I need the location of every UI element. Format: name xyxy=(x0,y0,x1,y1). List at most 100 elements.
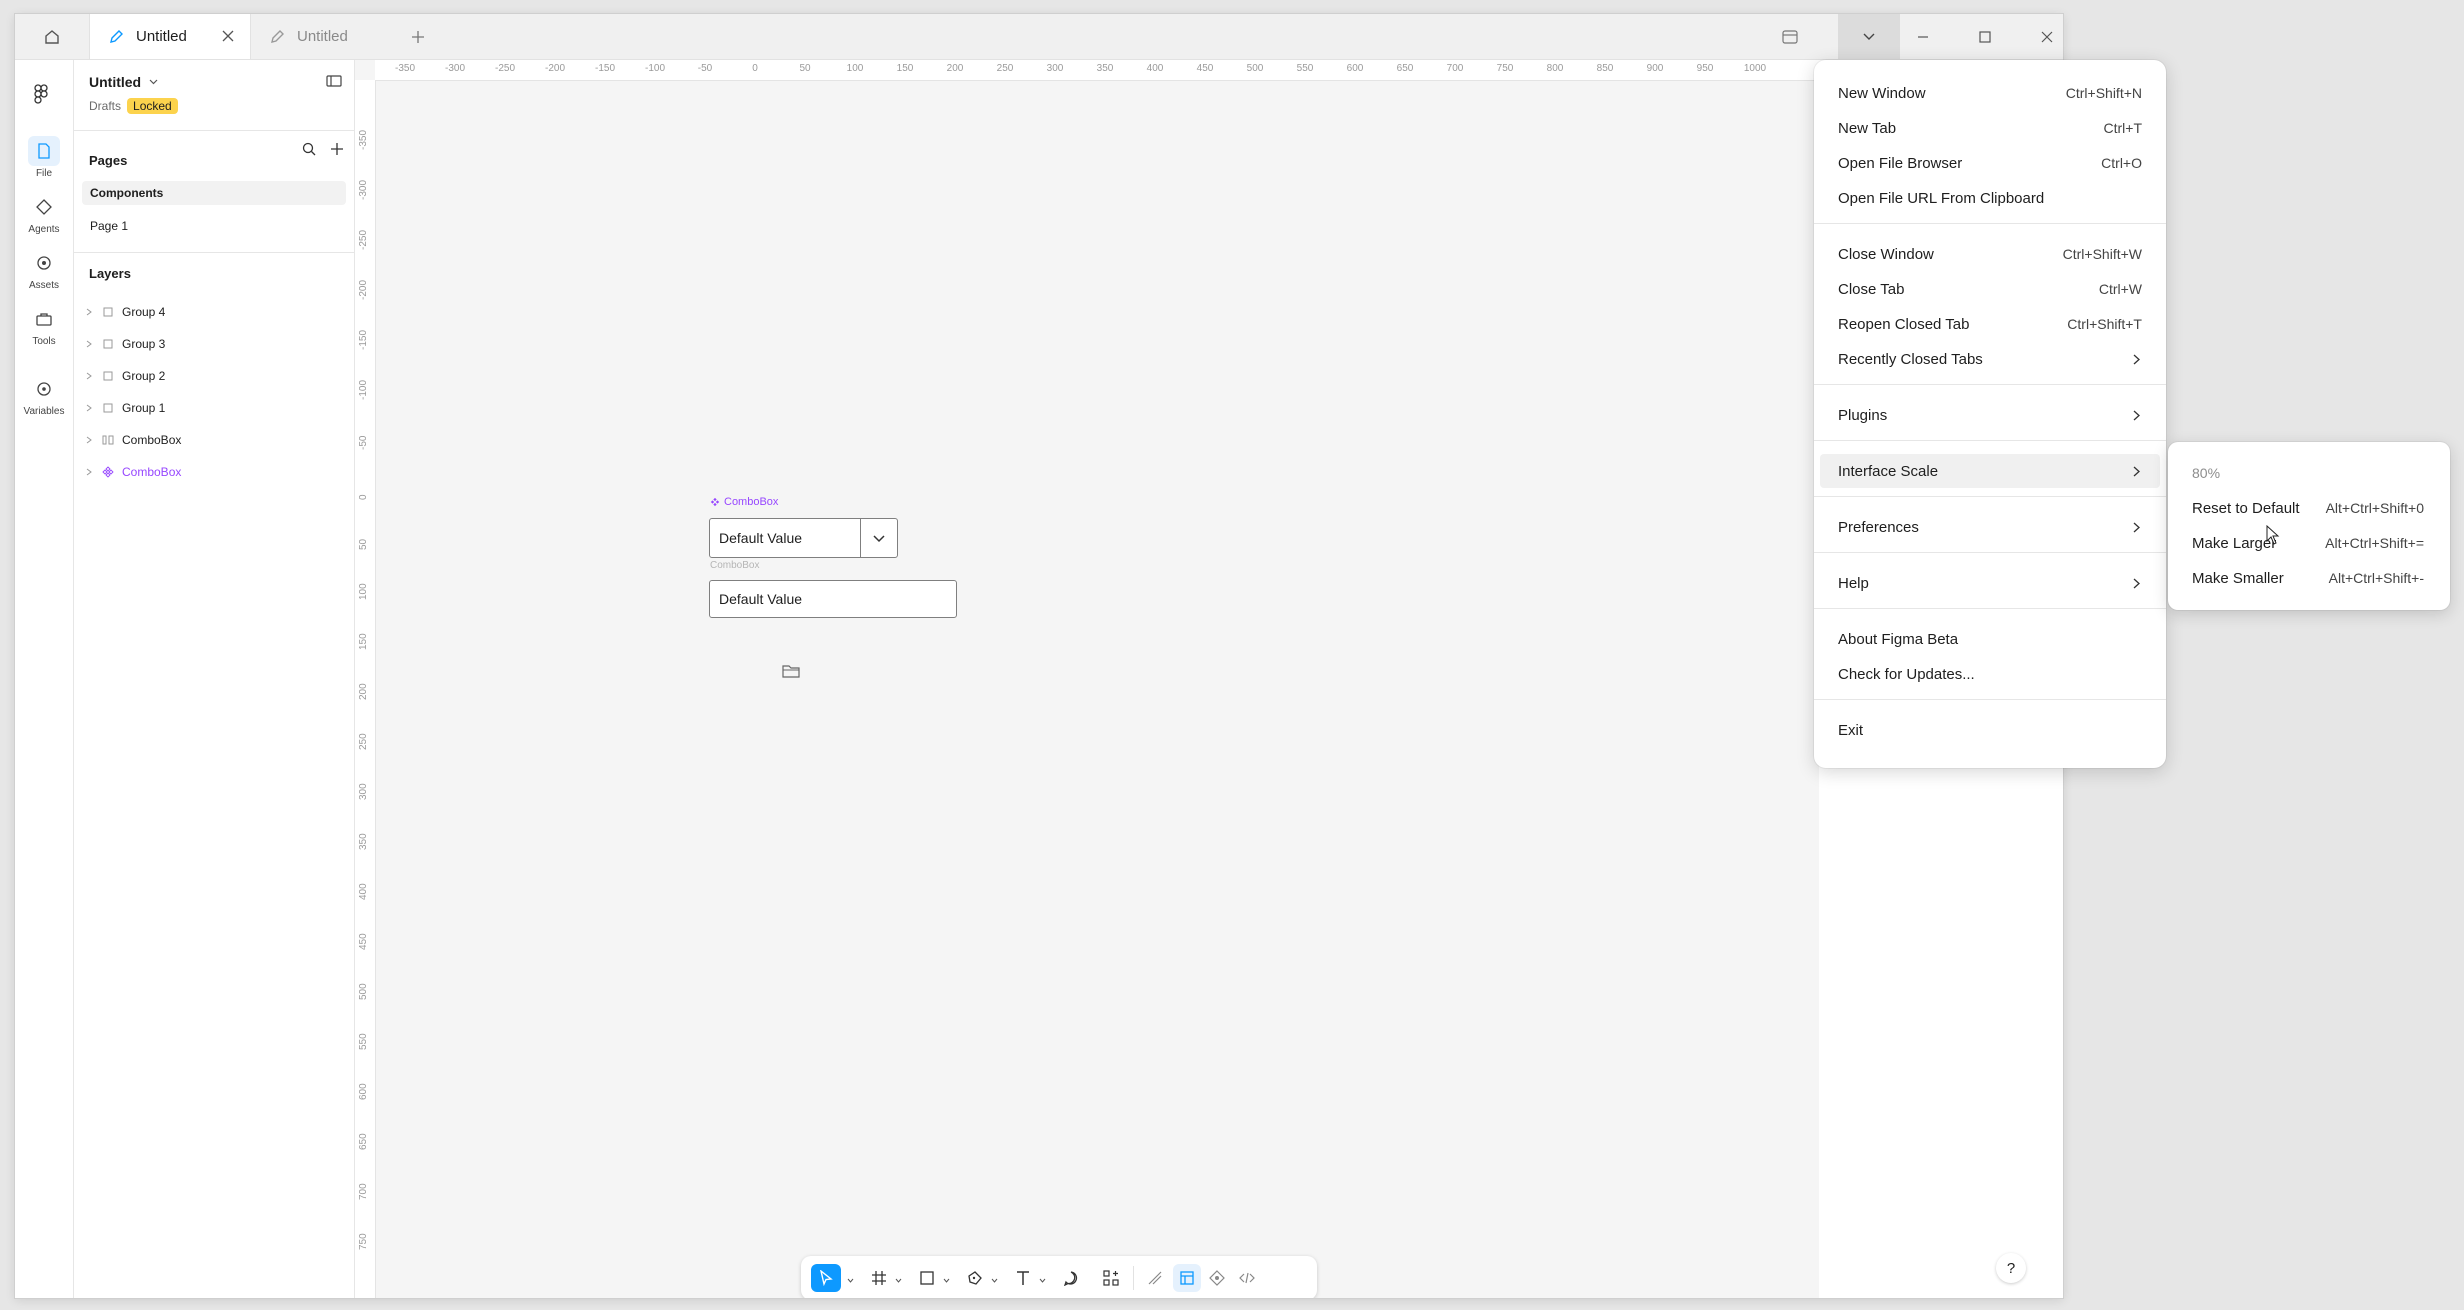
menu-item-new-window[interactable]: New Window Ctrl+Shift+N xyxy=(1820,76,2160,110)
dev-mode-button[interactable] xyxy=(1235,1264,1259,1292)
ruler-tick-label: 300 xyxy=(358,783,369,800)
submenu-item-make-smaller[interactable]: Make Smaller Alt+Ctrl+Shift+- xyxy=(2174,561,2444,595)
ruler-tick-label: 100 xyxy=(358,583,369,600)
menu-item-interface-scale[interactable]: Interface Scale xyxy=(1820,454,2160,488)
menu-item-reopen-closed-tab[interactable]: Reopen Closed Tab Ctrl+Shift+T xyxy=(1820,307,2160,341)
close-window-button[interactable] xyxy=(2032,22,2062,52)
chevron-down-icon[interactable] xyxy=(943,1270,950,1288)
left-rail: File Agents Assets Tools Variables xyxy=(15,60,74,1298)
menu-item-close-window[interactable]: Close Window Ctrl+Shift+W xyxy=(1820,237,2160,271)
layer-row[interactable]: Group 1 xyxy=(82,396,346,420)
menu-label: Help xyxy=(1838,574,1869,592)
prototype-mode-button[interactable] xyxy=(1205,1264,1229,1292)
menu-item-new-tab[interactable]: New Tab Ctrl+T xyxy=(1820,111,2160,145)
layer-row[interactable]: ComboBox xyxy=(82,428,346,452)
combobox-instance[interactable]: Default Value xyxy=(709,580,957,618)
design-mode-icon xyxy=(1180,1271,1194,1285)
menu-item-plugins[interactable]: Plugins xyxy=(1820,398,2160,432)
sidebar-layout-button[interactable] xyxy=(1775,22,1805,52)
rail-item-file[interactable]: File xyxy=(19,136,69,188)
home-button[interactable] xyxy=(35,20,69,54)
page-item-components[interactable]: Components xyxy=(82,181,346,205)
search-icon[interactable] xyxy=(302,142,316,156)
pages-heading: Pages xyxy=(89,153,128,168)
file-location: Drafts Locked xyxy=(89,98,178,114)
close-tab-icon[interactable] xyxy=(218,26,238,46)
ruler-tick-label: 400 xyxy=(358,883,369,900)
file-icon xyxy=(38,143,50,159)
toggle-panel-button[interactable] xyxy=(326,74,342,92)
menu-item-help[interactable]: Help xyxy=(1820,566,2160,600)
figma-logo-icon[interactable] xyxy=(34,84,48,109)
ruler-tick-label: 700 xyxy=(358,1183,369,1200)
ruler-tick-label: 300 xyxy=(1046,63,1064,74)
design-mode-button[interactable] xyxy=(1173,1264,1201,1292)
maximize-button[interactable] xyxy=(1970,22,2000,52)
menu-item-close-tab[interactable]: Close Tab Ctrl+W xyxy=(1820,272,2160,306)
menu-item-exit[interactable]: Exit xyxy=(1820,713,2160,747)
submenu-item-make-larger[interactable]: Make Larger Alt+Ctrl+Shift+= xyxy=(2174,526,2444,560)
menu-shortcut: Ctrl+Shift+T xyxy=(2067,316,2142,332)
canvas[interactable]: -350 -300 -250 -200 -150 -100 -50 0 50 100 150 200 2… xyxy=(355,60,1819,1298)
main-menu-toggle[interactable] xyxy=(1838,14,1900,59)
combobox-dropdown-button[interactable] xyxy=(860,519,897,557)
divider xyxy=(74,252,354,253)
menu-item-recently-closed-tabs[interactable]: Recently Closed Tabs xyxy=(1820,342,2160,376)
chevron-right-icon[interactable] xyxy=(82,468,96,476)
frame-tool-button[interactable] xyxy=(867,1264,891,1292)
ruler-tick-label: 700 xyxy=(1446,63,1464,74)
menu-label: New Tab xyxy=(1838,119,1897,137)
tab-untitled-active[interactable]: Untitled xyxy=(89,14,251,59)
page-item-page-1[interactable]: Page 1 xyxy=(82,214,346,238)
chevron-right-icon[interactable] xyxy=(82,436,96,444)
chevron-down-icon[interactable] xyxy=(895,1270,902,1288)
comment-tool-button[interactable] xyxy=(1059,1264,1083,1292)
drafts-label[interactable]: Drafts xyxy=(89,99,121,113)
menu-label: Reset to Default xyxy=(2192,499,2300,517)
layer-row[interactable]: Group 3 xyxy=(82,332,346,356)
rail-item-agents[interactable]: Agents xyxy=(19,192,69,244)
chevron-down-icon[interactable] xyxy=(847,1270,854,1288)
submenu-item-reset-default[interactable]: Reset to Default Alt+Ctrl+Shift+0 xyxy=(2174,491,2444,525)
pen-tool-button[interactable] xyxy=(963,1264,987,1292)
menu-item-open-file-url[interactable]: Open File URL From Clipboard xyxy=(1820,181,2160,215)
chevron-right-icon[interactable] xyxy=(82,404,96,412)
help-button[interactable]: ? xyxy=(1996,1253,2026,1283)
menu-item-preferences[interactable]: Preferences xyxy=(1820,510,2160,544)
toolbar-divider xyxy=(1133,1266,1134,1290)
rail-item-assets[interactable]: Assets xyxy=(19,248,69,300)
component-label[interactable]: ComboBox xyxy=(710,496,778,508)
folder-icon[interactable] xyxy=(782,664,800,683)
layer-row[interactable]: Group 4 xyxy=(82,300,346,324)
tab-untitled[interactable]: Untitled xyxy=(251,14,391,59)
add-page-icon[interactable] xyxy=(330,142,344,156)
menu-item-check-updates[interactable]: Check for Updates... xyxy=(1820,657,2160,691)
shape-tool-button[interactable] xyxy=(915,1264,939,1292)
rail-item-tools[interactable]: Tools xyxy=(19,304,69,356)
layer-row[interactable]: Group 2 xyxy=(82,364,346,388)
draw-mode-button[interactable] xyxy=(1143,1264,1167,1292)
menu-shortcut: Alt+Ctrl+Shift+- xyxy=(2328,570,2424,586)
combobox-component[interactable]: Default Value xyxy=(709,518,898,558)
menu-item-about[interactable]: About Figma Beta xyxy=(1820,622,2160,656)
component-name: ComboBox xyxy=(724,496,779,508)
assets-icon xyxy=(37,256,51,270)
ruler-tick-label: -250 xyxy=(494,63,516,74)
rail-item-variables[interactable]: Variables xyxy=(19,374,69,426)
chevron-down-icon[interactable] xyxy=(991,1270,998,1288)
move-tool-button[interactable] xyxy=(811,1264,841,1292)
pages-actions xyxy=(302,142,344,156)
menu-item-open-file-browser[interactable]: Open File Browser Ctrl+O xyxy=(1820,146,2160,180)
ruler-tick-label: 150 xyxy=(358,633,369,650)
chevron-right-icon[interactable] xyxy=(82,340,96,348)
text-tool-button[interactable] xyxy=(1011,1264,1035,1292)
new-tab-button[interactable] xyxy=(405,24,431,50)
chevron-down-icon[interactable] xyxy=(1039,1270,1046,1288)
menu-divider xyxy=(1814,552,2166,553)
minimize-button[interactable] xyxy=(1908,22,1938,52)
file-name-menu[interactable]: Untitled xyxy=(89,74,158,90)
chevron-right-icon[interactable] xyxy=(82,308,96,316)
actions-button[interactable] xyxy=(1099,1264,1123,1292)
layer-row-selected[interactable]: ComboBox xyxy=(82,460,346,484)
chevron-right-icon[interactable] xyxy=(82,372,96,380)
